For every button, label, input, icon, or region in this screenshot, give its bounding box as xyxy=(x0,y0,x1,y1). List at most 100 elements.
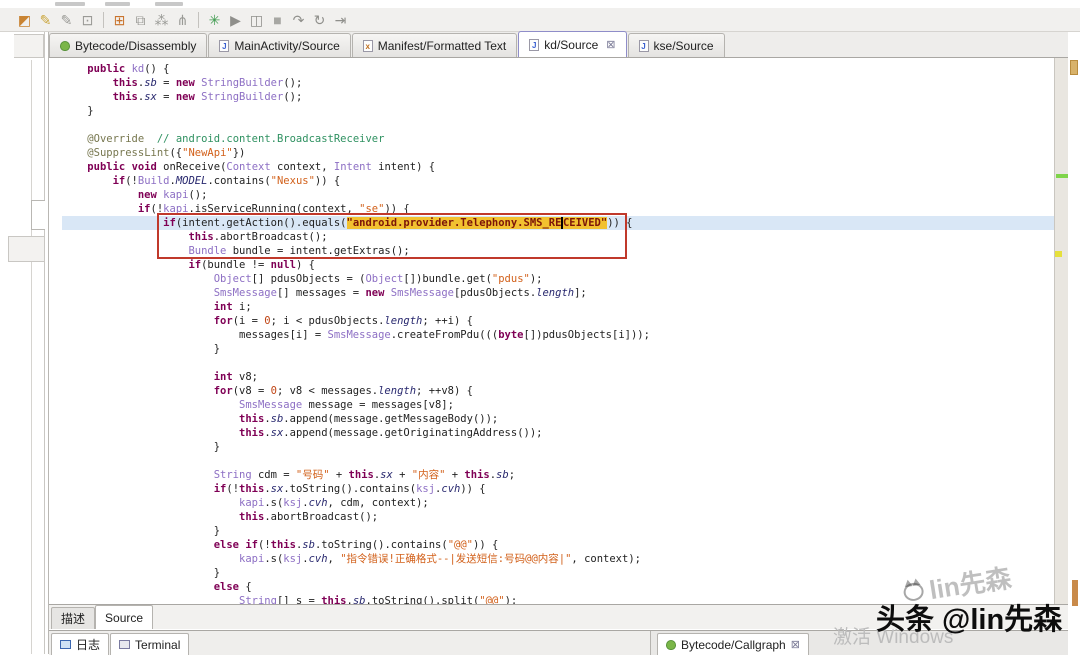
save-doc-icon[interactable]: ⊡ xyxy=(77,10,98,30)
titlebar-text-fragment xyxy=(155,2,183,6)
java-icon: J xyxy=(638,39,649,52)
main-window: Bytecode/Disassembly J MainActivity/Source… xyxy=(48,31,1068,655)
code-line[interactable]: } xyxy=(62,342,1054,356)
left-collapsed-panel xyxy=(0,32,48,654)
tab-manifest-formatted-text[interactable]: x Manifest/Formatted Text xyxy=(351,33,518,57)
toolbar-separator xyxy=(103,11,104,28)
code-line[interactable]: this.abortBroadcast(); xyxy=(62,230,1054,244)
code-line[interactable]: else if(!this.sb.toString().contains("@@… xyxy=(62,538,1054,552)
code-line[interactable]: int v8; xyxy=(62,370,1054,384)
database-icon[interactable]: ◩ xyxy=(14,10,35,30)
code-line[interactable] xyxy=(62,356,1054,370)
code-line[interactable]: this.abortBroadcast(); xyxy=(62,510,1054,524)
code-line[interactable]: Bundle bundle = intent.getExtras(); xyxy=(62,244,1054,258)
document-tabbar: Bytecode/Disassembly J MainActivity/Source… xyxy=(49,31,1068,58)
ruler-marker-yellow[interactable] xyxy=(1055,251,1062,257)
close-icon[interactable]: ⊠ xyxy=(791,638,800,651)
code-line[interactable]: } xyxy=(62,524,1054,538)
tab-label: Bytecode/Callgraph xyxy=(681,637,786,652)
tab-mainactivity-source[interactable]: J MainActivity/Source xyxy=(208,33,351,57)
tab-log[interactable]: 日志 xyxy=(51,633,110,655)
code-line[interactable]: kapi.s(ksj.cvh, cdm, context); xyxy=(62,496,1054,510)
code-line[interactable]: @SuppressLint({"NewApi"}) xyxy=(62,146,1054,160)
toutiao-watermark: 头条 @lin先森 xyxy=(876,604,1063,636)
code-line[interactable]: public void onReceive(Context context, I… xyxy=(62,160,1054,174)
code-line[interactable]: new kapi(); xyxy=(62,188,1054,202)
panel-divider xyxy=(31,60,32,654)
tab-kd-source[interactable]: Jkd/Source ⊠ xyxy=(518,31,627,57)
titlebar-text-fragment xyxy=(55,2,85,6)
overview-ruler[interactable] xyxy=(1054,58,1068,604)
code-line[interactable] xyxy=(62,118,1054,132)
code-line[interactable] xyxy=(62,454,1054,468)
code-line[interactable]: int i; xyxy=(62,300,1054,314)
panel-divider[interactable] xyxy=(44,32,45,654)
edge-artifact xyxy=(1070,60,1078,75)
android-icon xyxy=(60,40,70,51)
step-over-icon[interactable]: ↷ xyxy=(288,10,309,30)
run-icon[interactable]: ▶ xyxy=(225,10,246,30)
annotate-icon[interactable]: ✎ xyxy=(35,10,56,30)
code-line[interactable]: if(!this.sx.toString().contains(ksj.cvh)… xyxy=(62,482,1054,496)
edit-icon[interactable]: ✎ xyxy=(56,10,77,30)
log-terminal-panel: 日志 Terminal xyxy=(49,631,651,655)
code-line[interactable]: for(i = 0; i < pdusObjects.length; ++i) … xyxy=(62,314,1054,328)
tab-terminal[interactable]: Terminal xyxy=(110,633,190,655)
code-line[interactable]: if(bundle != null) { xyxy=(62,258,1054,272)
code-line[interactable]: } xyxy=(62,440,1054,454)
edge-artifact xyxy=(1072,580,1078,606)
tab-bytecode-callgraph[interactable]: Bytecode/Callgraph ⊠ xyxy=(657,633,809,655)
terminal-icon xyxy=(119,640,131,649)
refresh-icon[interactable]: ↻ xyxy=(309,10,330,30)
code-editor[interactable]: public kd() { this.sb = new StringBuilde… xyxy=(49,58,1068,604)
group-icon[interactable]: ⁂ xyxy=(151,10,172,30)
tab-label: Bytecode/Disassembly xyxy=(75,38,197,53)
ruler-marker-green[interactable] xyxy=(1056,174,1068,178)
tab-label: Terminal xyxy=(135,637,181,652)
collapsed-view-tab[interactable] xyxy=(31,200,45,230)
titlebar-remnant xyxy=(0,0,1080,8)
code-line[interactable]: for(v8 = 0; v8 < messages.length; ++v8) … xyxy=(62,384,1054,398)
code-line[interactable]: this.sx.append(message.getOriginatingAdd… xyxy=(62,426,1054,440)
collapsed-view-tab[interactable] xyxy=(8,236,45,262)
tab-bytecode-disassembly[interactable]: Bytecode/Disassembly xyxy=(49,33,208,57)
tab-label: MainActivity/Source xyxy=(234,38,340,53)
cascade-windows-icon[interactable]: ⧉ xyxy=(130,10,151,30)
subtab-source[interactable]: Source xyxy=(95,605,154,629)
tab-label: kse/Source xyxy=(653,38,714,53)
step-into-icon[interactable]: ⇥ xyxy=(330,10,351,30)
left-panel-stub[interactable] xyxy=(14,34,44,58)
code-line[interactable]: this.sb.append(message.getMessageBody())… xyxy=(62,412,1054,426)
close-icon[interactable]: ⊠ xyxy=(606,38,615,51)
code-line[interactable]: if(!kapi.isServiceRunning(context, "se")… xyxy=(62,202,1054,216)
code-line[interactable]: this.sx = new StringBuilder(); xyxy=(62,90,1054,104)
code-line[interactable]: kapi.s(ksj.cvh, "指令错误!正确格式--|发送短信:号码@@内容… xyxy=(62,552,1054,566)
java-icon: J xyxy=(529,38,540,51)
code-line[interactable]: public kd() { xyxy=(62,62,1054,76)
code-line[interactable]: } xyxy=(62,104,1054,118)
code-line[interactable]: this.sb = new StringBuilder(); xyxy=(62,76,1054,90)
subtab-描述[interactable]: 描述 xyxy=(51,607,96,629)
code-line[interactable]: String cdm = "号码" + this.sx + "内容" + thi… xyxy=(62,468,1054,482)
stop-icon[interactable]: ■ xyxy=(267,10,288,30)
code-line[interactable]: SmsMessage message = messages[v8]; xyxy=(62,398,1054,412)
frames-icon[interactable]: ◫ xyxy=(246,10,267,30)
android-icon xyxy=(666,639,676,650)
debug-icon[interactable]: ✳ xyxy=(204,10,225,30)
titlebar-text-fragment xyxy=(105,2,130,6)
tab-label: 日志 xyxy=(76,638,101,652)
code-line[interactable]: @Override // android.content.BroadcastRe… xyxy=(62,132,1054,146)
code-line[interactable]: if(!Build.MODEL.contains("Nexus")) { xyxy=(62,174,1054,188)
code-line[interactable]: messages[i] = SmsMessage.createFromPdu((… xyxy=(62,328,1054,342)
tab-kse-source[interactable]: Jkse/Source xyxy=(627,33,725,57)
code-line[interactable]: if(intent.getAction().equals("android.pr… xyxy=(62,216,1054,230)
toolbar: ◩ ✎ ✎ ⊡ ⊞ ⧉ ⁂ ⋔ ✳ ▶ ◫ ■ ↷ ↻ ⇥ xyxy=(0,8,1080,32)
code-line[interactable]: Object[] pdusObjects = (Object[])bundle.… xyxy=(62,272,1054,286)
grid-icon[interactable]: ⊞ xyxy=(109,10,130,30)
code-area[interactable]: public kd() { this.sb = new StringBuilde… xyxy=(49,58,1054,604)
hierarchy-icon[interactable]: ⋔ xyxy=(172,10,193,30)
xml-icon: x xyxy=(362,39,373,52)
code-line[interactable]: SmsMessage[] messages = new SmsMessage[p… xyxy=(62,286,1054,300)
tab-label: kd/Source xyxy=(544,37,599,52)
toolbar-separator xyxy=(198,11,199,28)
